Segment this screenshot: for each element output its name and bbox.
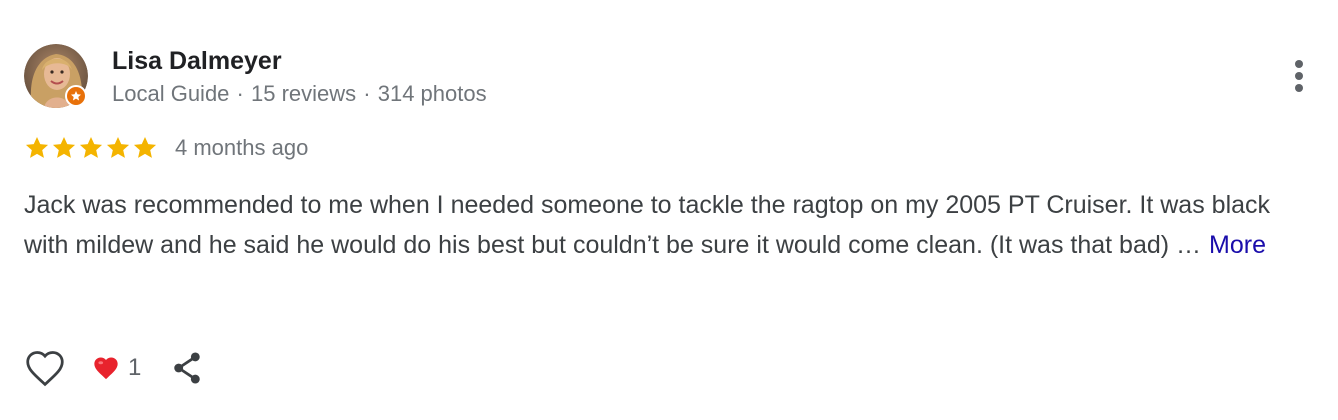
local-guide-badge-icon (65, 85, 87, 107)
review-text: Jack was recommended to me when I needed… (24, 191, 1271, 259)
star-badge-icon (71, 91, 81, 101)
review-body: Jack was recommended to me when I needed… (24, 186, 1314, 265)
review-actions: 1 (24, 346, 207, 390)
review-card: Lisa Dalmeyer Local Guide · 15 reviews ·… (0, 0, 1338, 420)
reviewer-avatar[interactable] (24, 44, 88, 108)
more-options-button[interactable] (1284, 56, 1314, 96)
like-button[interactable] (24, 347, 66, 389)
reviewer-photo-count: 314 photos (377, 81, 487, 106)
reviewer-name[interactable]: Lisa Dalmeyer (112, 45, 282, 77)
meta-separator: · (363, 81, 371, 106)
star-icon (79, 136, 103, 158)
more-vert-icon-dot (1295, 60, 1303, 68)
review-date: 4 months ago (175, 135, 309, 160)
star-rating (24, 135, 158, 161)
star-icon (52, 136, 76, 158)
star-icon (133, 136, 157, 158)
reaction-count: 1 (128, 354, 142, 381)
heart-outline-icon (26, 351, 64, 387)
reaction-summary[interactable]: 1 (92, 354, 141, 382)
meta-separator: · (236, 81, 244, 106)
more-vert-icon-dot (1295, 84, 1303, 92)
more-vert-icon-dot (1295, 72, 1303, 80)
star-icon (106, 136, 130, 158)
share-button[interactable] (167, 347, 207, 389)
reviewer-review-count: 15 reviews (251, 81, 357, 106)
reviewer-role: Local Guide (112, 81, 230, 106)
star-icon (25, 136, 49, 158)
share-icon (174, 352, 201, 384)
more-link[interactable]: More (1209, 231, 1266, 259)
reviewer-meta[interactable]: Local Guide · 15 reviews · 314 photos (112, 80, 487, 108)
rating-row: 4 months ago (24, 132, 308, 164)
red-heart-icon (94, 357, 118, 380)
